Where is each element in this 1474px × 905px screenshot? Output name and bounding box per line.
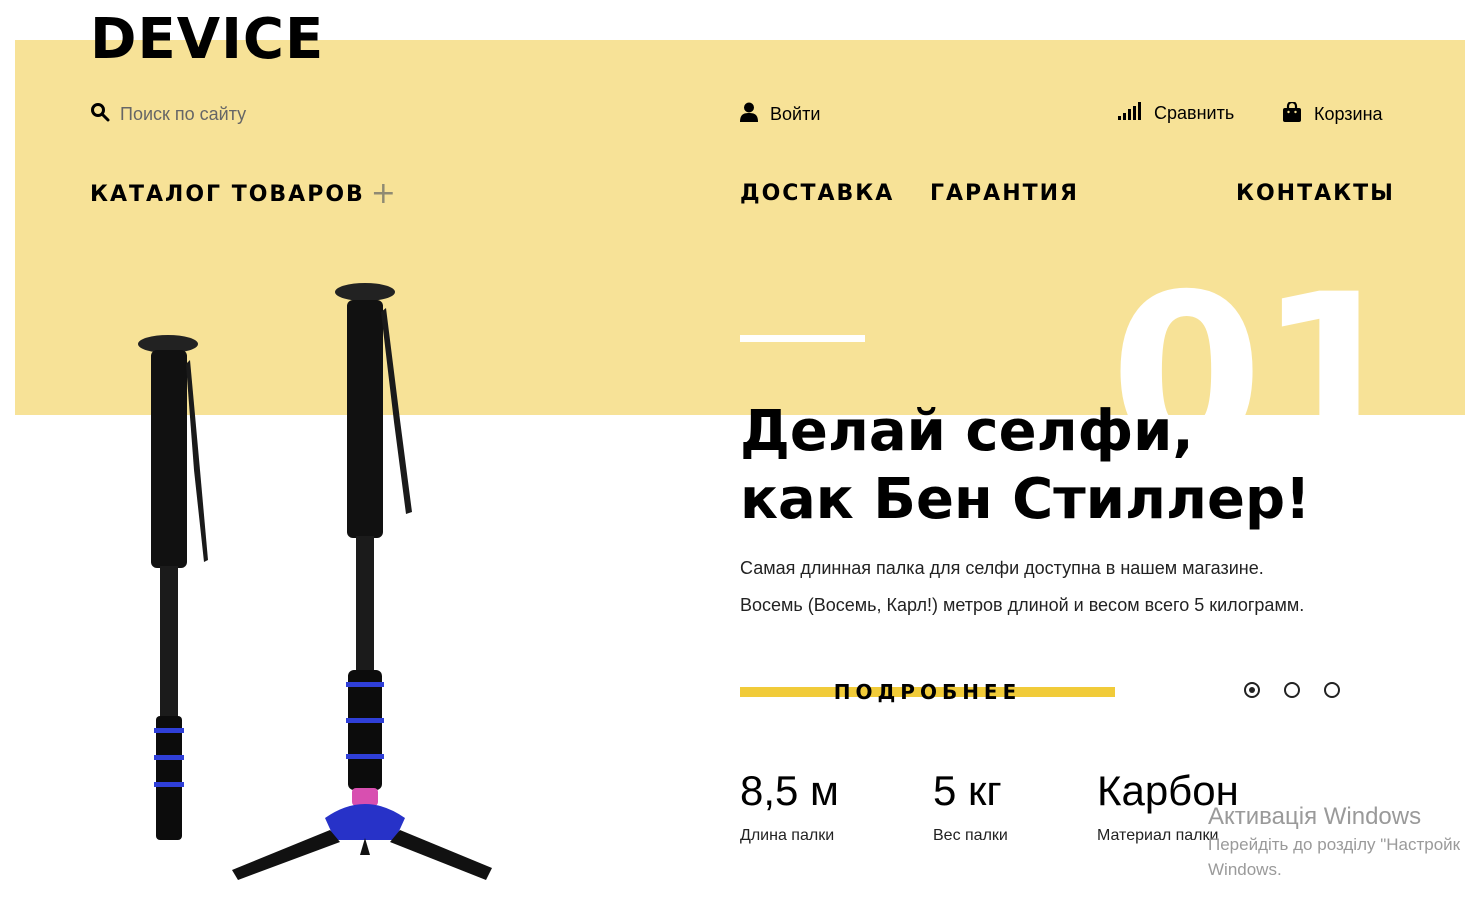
plus-icon[interactable]: + [371, 176, 398, 211]
site-logo[interactable]: DEVICE [90, 8, 324, 72]
stat-length: 8,5 м Длина палки [740, 765, 839, 845]
nav-catalog-label: КАТАЛОГ ТОВАРОВ [90, 182, 365, 207]
compare-label: Сравнить [1154, 103, 1235, 123]
windows-activation-watermark: Активація Windows Перейдіть до розділу "… [1208, 802, 1460, 882]
search-icon [90, 102, 110, 127]
slider-dot-3[interactable] [1324, 682, 1340, 698]
nav-contacts[interactable]: КОНТАКТЫ [1236, 180, 1395, 208]
description-line-1: Самая длинная палка для селфи доступна в… [740, 558, 1264, 578]
more-button[interactable]: ПОДРОБНЕЕ [740, 678, 1115, 706]
compare-link[interactable]: Сравнить [1118, 102, 1234, 125]
headline-line-1: Делай селфи, [740, 399, 1194, 464]
login-link[interactable]: Войти [740, 102, 820, 127]
watermark-title: Активація Windows [1208, 803, 1422, 830]
headline-accent-line [740, 335, 865, 342]
slide-headline: Делай селфи, как Бен Стиллер! [740, 398, 1311, 534]
search-input[interactable] [120, 104, 340, 125]
shopping-bag-icon [1282, 100, 1302, 127]
stat-label: Вес палки [933, 827, 1008, 844]
slide-description: Самая длинная палка для селфи доступна в… [740, 550, 1304, 624]
stat-label: Длина палки [740, 827, 835, 844]
description-line-2: Восемь (Восемь, Карл!) метров длиной и в… [740, 595, 1305, 615]
login-label: Войти [770, 104, 821, 124]
monopod-middle [232, 283, 492, 880]
monopod-left [138, 335, 208, 840]
cart-label: Корзина [1314, 104, 1383, 124]
cart-link[interactable]: Корзина [1282, 100, 1383, 127]
signal-bars-icon [1118, 102, 1142, 125]
product-image [138, 283, 492, 880]
stat-value: 8,5 м [740, 767, 839, 814]
stat-weight: 5 кг Вес палки [933, 765, 1008, 845]
watermark-line-3: Windows. [1208, 860, 1282, 879]
nav-warranty[interactable]: ГАРАНТИЯ [930, 180, 1079, 208]
nav-delivery[interactable]: ДОСТАВКА [740, 180, 894, 208]
watermark-line-2: Перейдіть до розділу "Настройк [1208, 835, 1461, 854]
slider-pagination [1244, 682, 1340, 698]
search-form[interactable] [90, 102, 340, 127]
nav-catalog[interactable]: КАТАЛОГ ТОВАРОВ + [90, 179, 398, 209]
headline-line-2: как Бен Стиллер! [740, 467, 1311, 532]
stat-value: 5 кг [933, 767, 1002, 814]
slider-dot-2[interactable] [1284, 682, 1300, 698]
user-icon [740, 102, 758, 127]
slider-dot-1[interactable] [1244, 682, 1260, 698]
more-button-label: ПОДРОБНЕЕ [833, 680, 1022, 704]
